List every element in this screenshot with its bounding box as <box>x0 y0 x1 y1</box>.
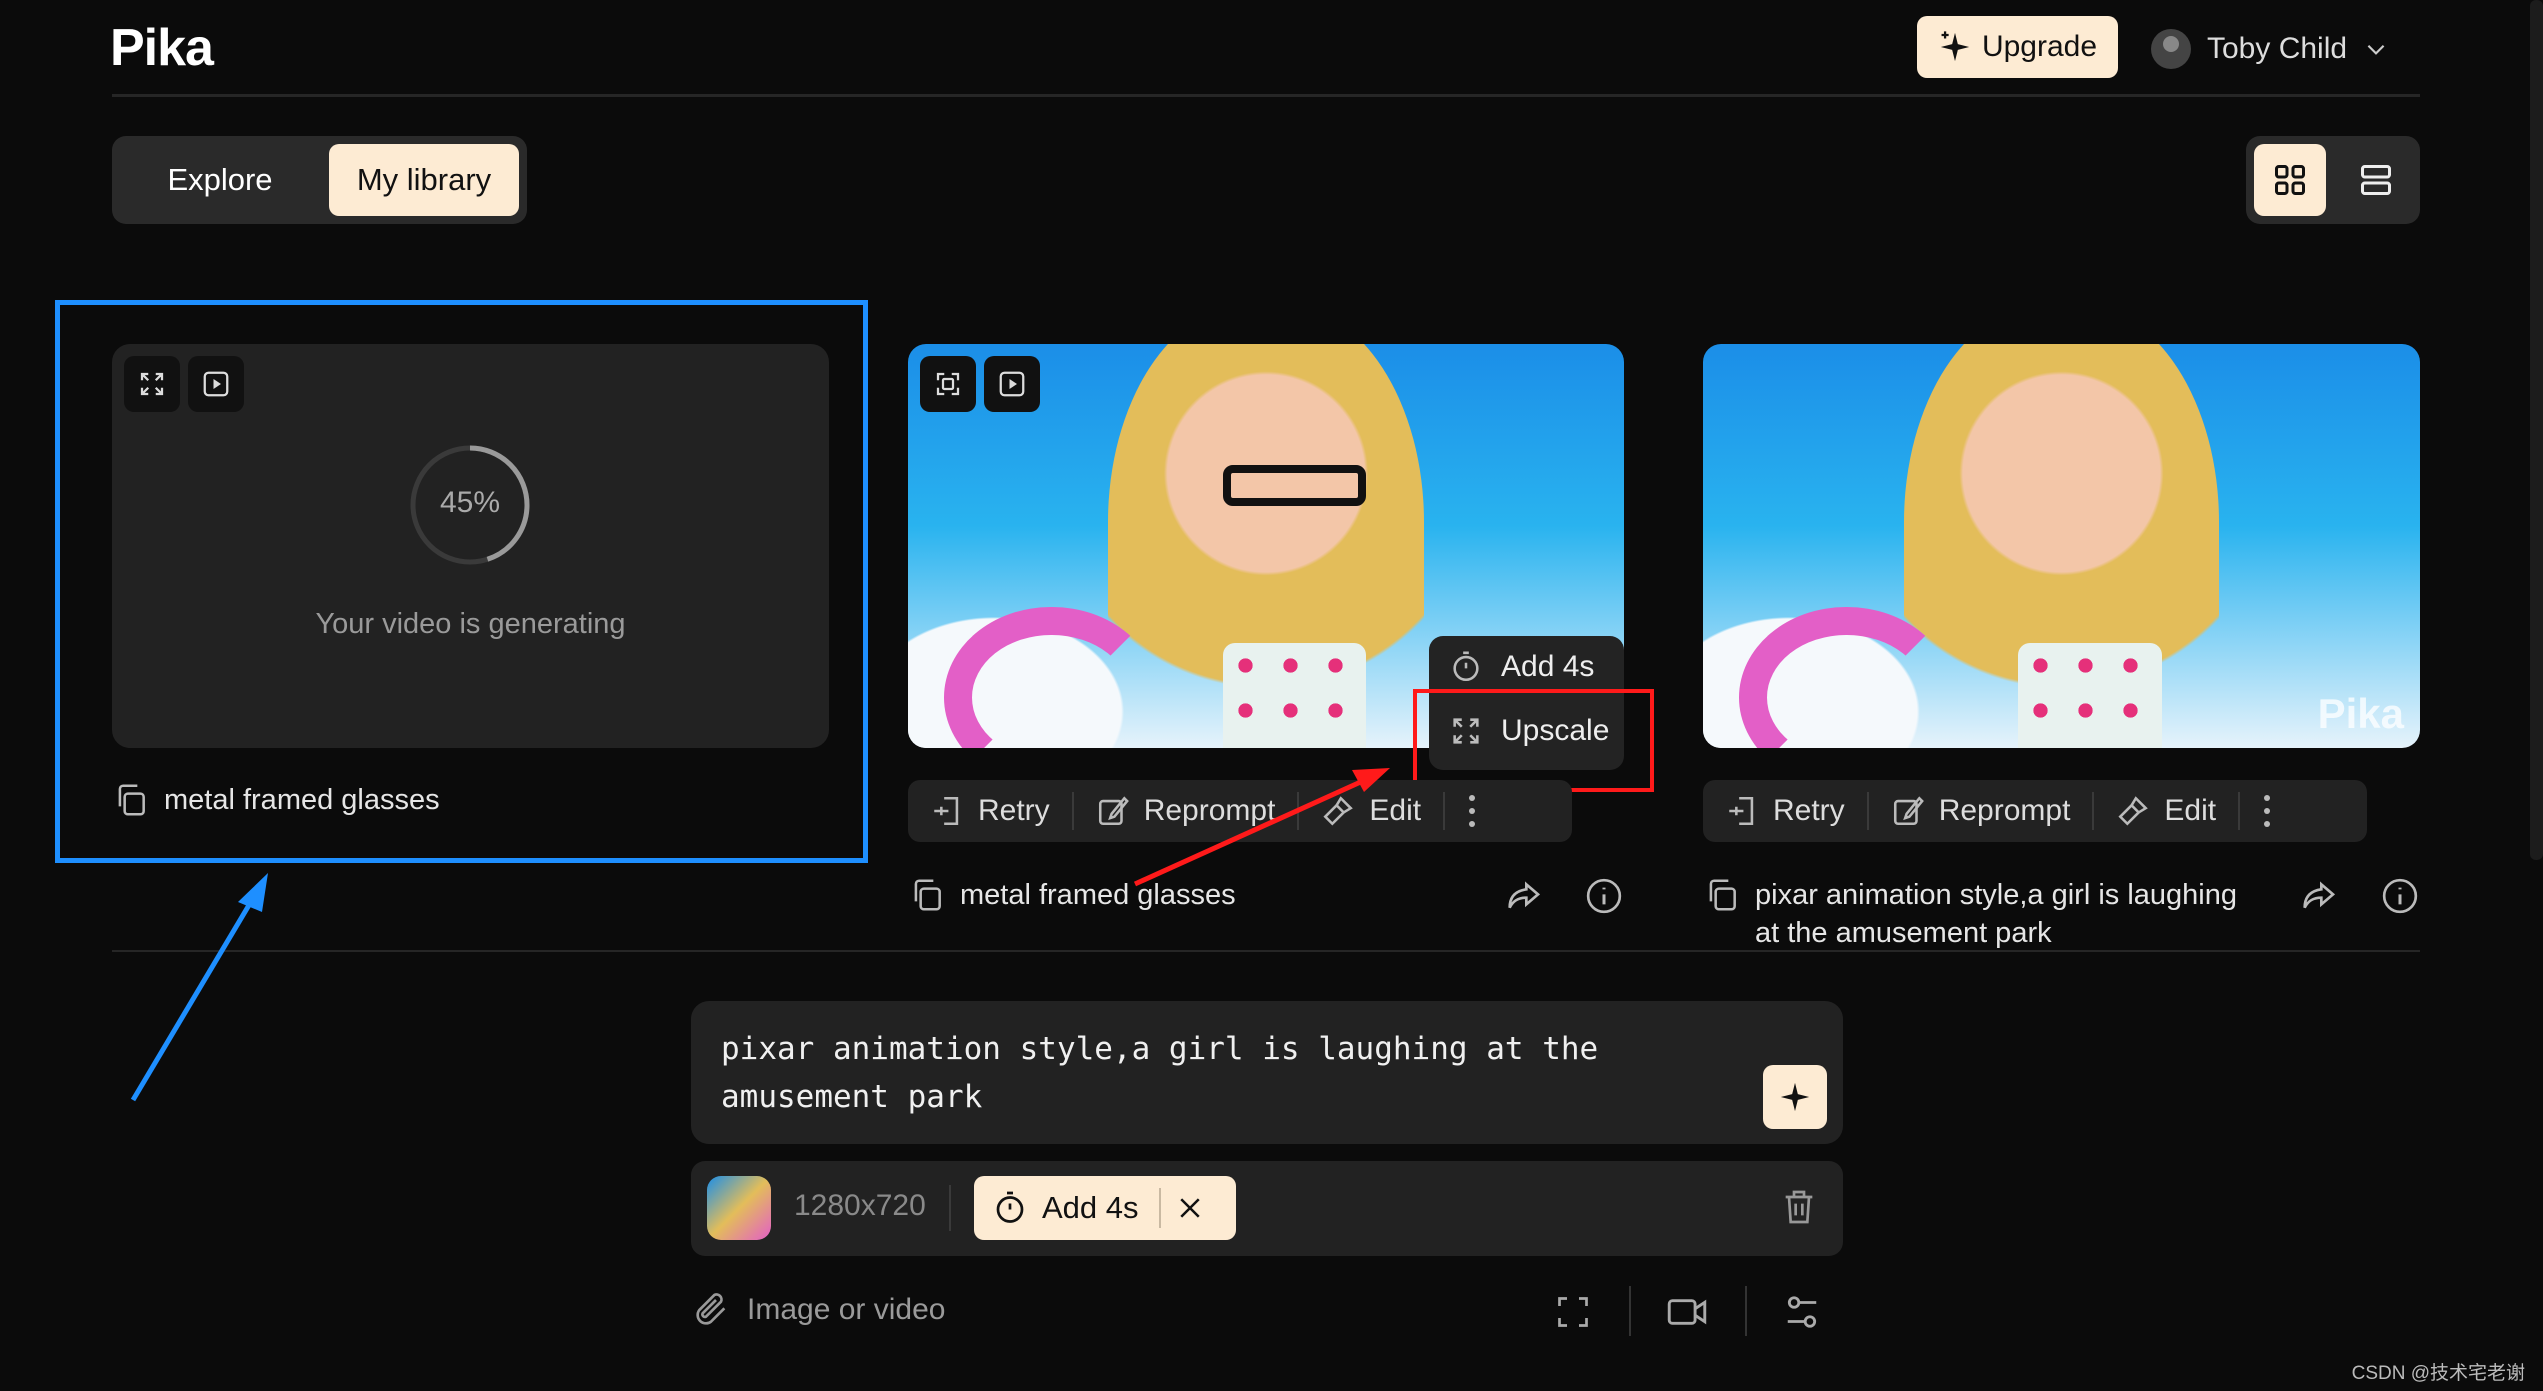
timer-icon <box>1453 651 1479 682</box>
user-menu[interactable]: Toby Child <box>2151 24 2389 74</box>
add-4s-chip[interactable]: Add 4s <box>974 1176 1236 1240</box>
avatar <box>2151 29 2191 69</box>
brush-icon <box>1323 796 1354 826</box>
attach-placeholder: Image or video <box>747 1293 946 1326</box>
tab-my-library[interactable]: My library <box>329 144 519 216</box>
copy-icon[interactable] <box>1703 876 1741 914</box>
grid-icon <box>2275 165 2305 195</box>
reference-thumbnail[interactable] <box>707 1176 771 1240</box>
tab-explore[interactable]: Explore <box>120 144 320 216</box>
chip-label: Add 4s <box>1042 1190 1139 1225</box>
more-options-button[interactable] <box>1445 792 1499 830</box>
more-options-button[interactable] <box>2240 792 2294 830</box>
paperclip-icon[interactable] <box>691 1290 731 1330</box>
menu-item-add-4s[interactable]: Add 4s <box>1449 650 1594 684</box>
video-thumbnail[interactable]: Pika <box>1703 344 2420 748</box>
screenshot-icon[interactable] <box>920 356 976 412</box>
prompt-input[interactable]: pixar animation style,a girl is laughing… <box>721 1025 1721 1121</box>
card-caption: metal framed glasses <box>112 781 440 819</box>
sparkle-icon <box>1938 30 1972 64</box>
blue-arrow-head <box>238 873 268 912</box>
pika-watermark: Pika <box>2317 690 2404 737</box>
sparkle-icon <box>1780 1082 1810 1112</box>
trash-icon[interactable] <box>1779 1187 1819 1227</box>
play-icon[interactable] <box>984 356 1040 412</box>
upgrade-label: Upgrade <box>1981 30 2098 63</box>
edit-pencil-icon <box>1098 796 1129 826</box>
pika-logo[interactable]: Pika <box>110 18 214 78</box>
retry-icon <box>1729 796 1754 826</box>
play-icon[interactable] <box>188 356 244 412</box>
share-icon[interactable] <box>2298 876 2338 916</box>
edit-button[interactable]: Edit <box>2094 792 2241 830</box>
upgrade-button[interactable]: Upgrade <box>1917 16 2118 78</box>
grid-view-button[interactable] <box>2254 144 2326 216</box>
csdn-watermark: CSDN @技术宅老谢 <box>2351 1363 2525 1384</box>
options-bar: 1280x720 Add 4s <box>691 1161 1843 1256</box>
view-toggle <box>2246 136 2420 224</box>
section-divider <box>112 950 2420 952</box>
annotation-red-box <box>1413 689 1654 792</box>
caption-text: metal framed glasses <box>164 784 440 816</box>
card-actions: Retry Reprompt Edit <box>1703 780 2367 842</box>
separator <box>1629 1286 1631 1336</box>
retry-icon <box>934 796 959 826</box>
card-actions: Retry Reprompt Edit <box>908 780 1572 842</box>
scrollbar[interactable] <box>2530 0 2543 860</box>
card-caption: metal framed glasses <box>908 876 1236 914</box>
generating-message: Your video is generating <box>315 608 626 640</box>
separator <box>949 1185 951 1231</box>
generating-card[interactable]: 45% Your video is generating <box>112 344 829 748</box>
list-icon <box>2361 165 2391 195</box>
retry-button[interactable]: Retry <box>908 792 1074 830</box>
camera-icon[interactable] <box>1666 1292 1708 1332</box>
aspect-ratio-icon[interactable] <box>1555 1294 1591 1330</box>
settings-sliders-icon[interactable] <box>1783 1292 1821 1332</box>
expand-icon[interactable] <box>124 356 180 412</box>
kebab-icon <box>1469 795 1476 827</box>
caption-text: pixar animation style,a girl is laughing… <box>1755 879 2237 949</box>
caption-text: metal framed glasses <box>960 879 1236 911</box>
tab-bar: Explore My library <box>112 136 527 224</box>
share-icon[interactable] <box>1503 876 1543 916</box>
reprompt-button[interactable]: Reprompt <box>1869 792 2095 830</box>
retry-button[interactable]: Retry <box>1703 792 1869 830</box>
copy-icon[interactable] <box>112 781 150 819</box>
edit-button[interactable]: Edit <box>1299 792 1446 830</box>
progress-label: 45% <box>439 486 501 519</box>
close-icon[interactable] <box>1175 1193 1205 1223</box>
info-icon[interactable] <box>1584 876 1624 916</box>
info-icon[interactable] <box>2380 876 2420 916</box>
chevron-down-icon <box>2363 36 2389 62</box>
separator <box>1745 1286 1747 1336</box>
header-divider <box>112 94 2420 97</box>
prompt-box[interactable]: pixar animation style,a girl is laughing… <box>691 1001 1843 1144</box>
copy-icon[interactable] <box>908 876 946 914</box>
edit-pencil-icon <box>1893 796 1924 826</box>
list-view-button[interactable] <box>2340 144 2412 216</box>
kebab-icon <box>2264 795 2271 827</box>
generate-button[interactable] <box>1763 1065 1827 1129</box>
resolution-label: 1280x720 <box>794 1189 926 1222</box>
reprompt-button[interactable]: Reprompt <box>1074 792 1300 830</box>
brush-icon <box>2118 796 2149 826</box>
user-name: Toby Child <box>2207 32 2348 65</box>
timer-icon <box>996 1191 1024 1223</box>
glasses <box>1223 465 1367 506</box>
attach-row[interactable]: Image or video <box>691 1290 945 1330</box>
card-caption: pixar animation style,a girl is laughing… <box>1703 876 2263 952</box>
